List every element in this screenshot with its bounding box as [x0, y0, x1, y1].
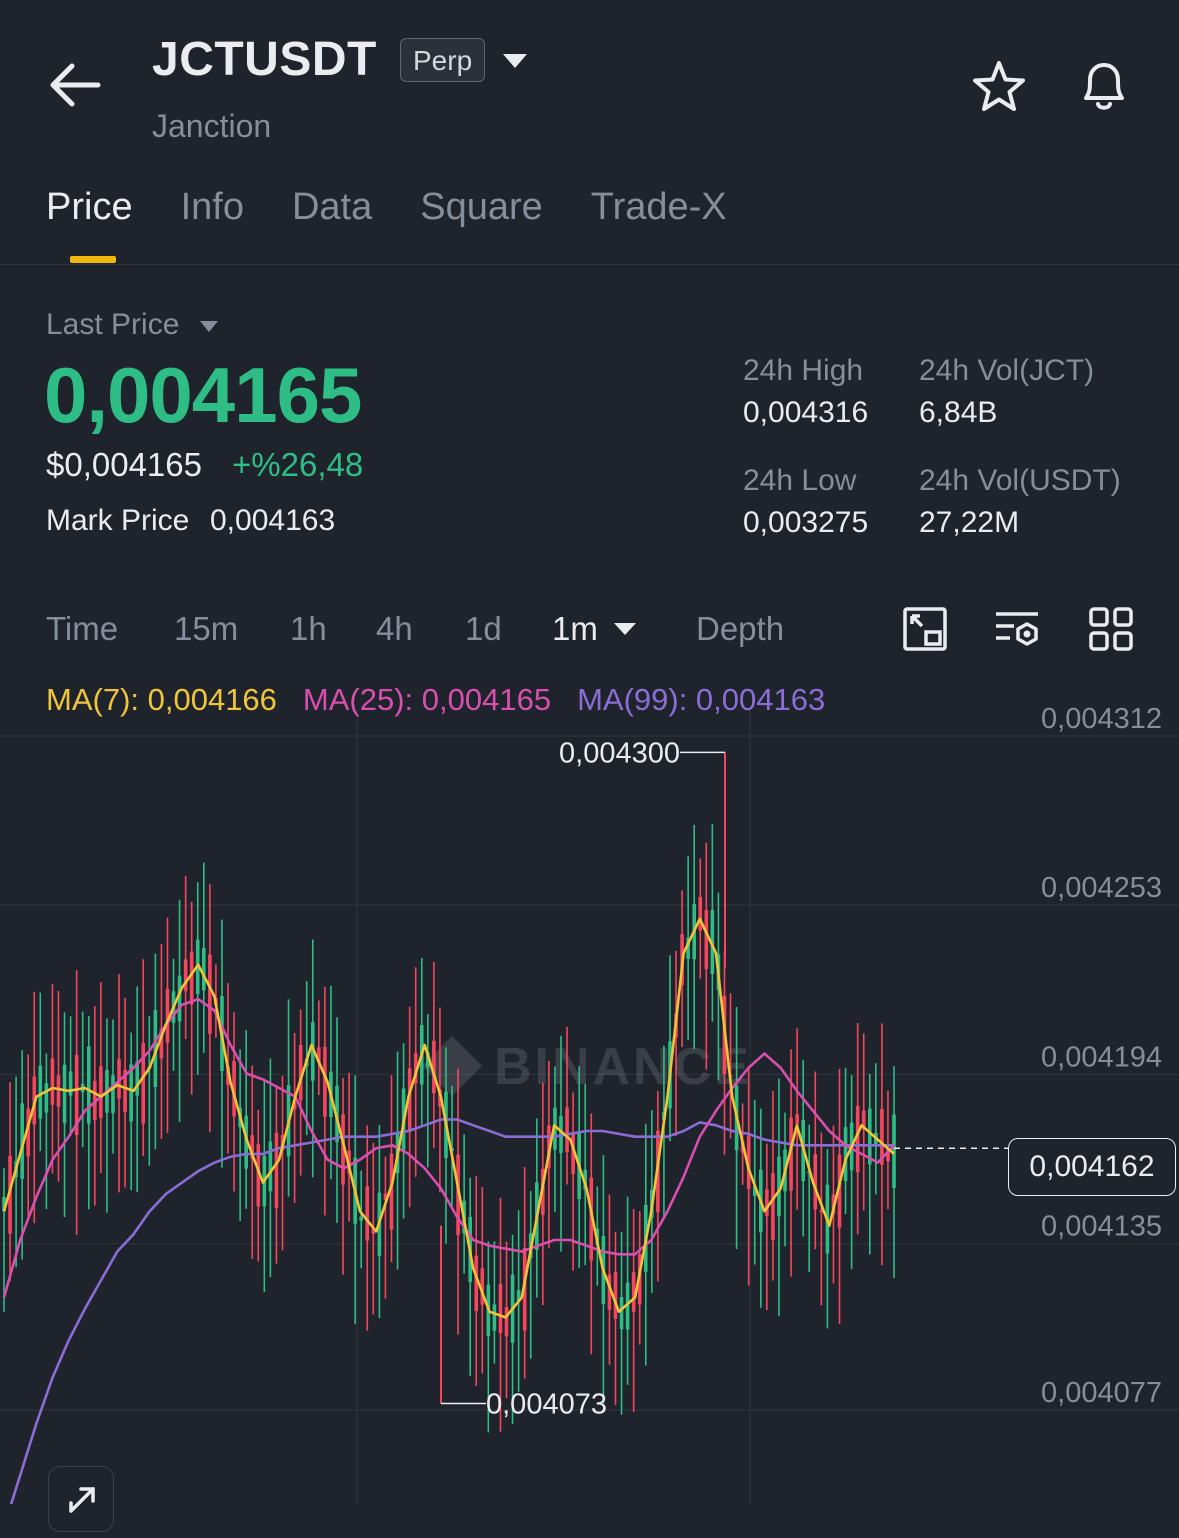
y-axis-labels: 0,004312 0,004253 0,004194 0,004135 0,004077 — [1041, 703, 1162, 1409]
price-change-percent: +%26,48 — [232, 446, 364, 483]
high-24h-label: 24h High — [743, 354, 864, 387]
candle-body — [201, 948, 206, 991]
last-price-value: 0,004165 — [44, 351, 362, 439]
candle-body — [359, 1216, 364, 1221]
timeframe-dropdown-icon[interactable] — [612, 620, 638, 638]
high-annotation: 0,004300 — [559, 737, 680, 769]
chevron-down-icon[interactable] — [500, 50, 530, 72]
candle-body — [268, 1141, 273, 1192]
candle-body — [38, 1065, 43, 1119]
vol-usdt-24h-label: 24h Vol(USDT) — [919, 464, 1121, 497]
candle-body — [498, 1283, 503, 1334]
favorite-star-icon[interactable] — [970, 58, 1028, 116]
chart-grid — [0, 710, 1179, 1504]
candle-body — [274, 1132, 279, 1209]
candle-body — [50, 1058, 55, 1105]
binance-watermark: BINANCE — [422, 1036, 752, 1096]
ma-legend: MA(7): 0,004166 MA(25): 0,004165 MA(99):… — [46, 682, 825, 718]
tab-square[interactable]: Square — [420, 186, 543, 229]
low-24h-value: 0,003275 — [743, 506, 869, 539]
candle-body — [208, 954, 212, 1034]
vol-jct-24h-value: 6,84B — [919, 396, 998, 429]
candle-body — [795, 1114, 799, 1125]
candle-body — [365, 1186, 370, 1241]
vol-usdt-24h-value: 27,22M — [919, 506, 1020, 539]
ma7-value: MA(7): 0,004166 — [46, 682, 277, 717]
ma25-value: MA(25): 0,004165 — [302, 682, 552, 717]
asset-name: Janction — [152, 108, 272, 144]
symbol-title[interactable]: JCTUSDT — [152, 32, 377, 87]
mark-price-label: Mark Price — [46, 504, 190, 537]
current-price-tag: 0,004162 — [1008, 1138, 1176, 1196]
candle-body — [111, 1075, 115, 1114]
candle-body — [704, 909, 709, 970]
y-axis-tick-label: 0,004253 — [1041, 872, 1162, 904]
tab-info[interactable]: Info — [181, 186, 244, 229]
grid-layout-icon[interactable] — [1088, 606, 1134, 652]
candle-body — [613, 1272, 618, 1319]
expand-chart-button[interactable] — [48, 1466, 114, 1532]
candle-body — [189, 951, 194, 1005]
low-24h-label: 24h Low — [743, 464, 857, 497]
high-24h-value: 0,004316 — [743, 396, 869, 429]
candle-body — [44, 1083, 49, 1113]
tab-trade-x[interactable]: Trade-X — [591, 186, 727, 229]
last-price-label[interactable]: Last Price — [46, 308, 179, 342]
y-axis-tick-label: 0,004312 — [1041, 703, 1162, 735]
ma99-value: MA(99): 0,004163 — [577, 682, 826, 717]
candle-body — [771, 1173, 775, 1241]
candle-body — [565, 1107, 569, 1153]
candle-body — [867, 1108, 872, 1165]
candle-body — [62, 1064, 67, 1124]
vol-jct-24h-label: 24h Vol(JCT) — [919, 354, 1095, 387]
timeframe-4h[interactable]: 4h — [376, 610, 413, 648]
chart-fullscreen-icon[interactable] — [902, 606, 948, 652]
expand-arrow-icon — [69, 1487, 95, 1513]
bell-icon[interactable] — [1074, 56, 1134, 116]
timeframe-15m[interactable]: 15m — [174, 610, 238, 648]
tab-data[interactable]: Data — [292, 186, 372, 229]
depth-tab[interactable]: Depth — [696, 610, 784, 648]
active-tab-indicator — [70, 256, 116, 263]
mark-price-value: 0,004163 — [210, 504, 336, 537]
candlestick-chart[interactable]: BINANCE 0,004312 0,004253 0,004194 0,004135… — [0, 670, 1179, 1504]
candle-body — [765, 1189, 769, 1217]
candle-body — [56, 1075, 61, 1107]
usd-price: $0,004165 — [46, 446, 202, 483]
candle-body — [504, 1307, 509, 1337]
y-axis-tick-label: 0,004135 — [1041, 1211, 1162, 1243]
contract-type-badge: Perp — [400, 38, 486, 82]
watermark-text: BINANCE — [494, 1038, 752, 1096]
y-axis-tick-label: 0,004194 — [1041, 1041, 1162, 1073]
candle-body — [619, 1297, 624, 1330]
timeframe-selected[interactable]: 1m — [552, 610, 598, 648]
low-annotation: 0,004073 — [486, 1388, 607, 1420]
caret-down-icon[interactable] — [198, 318, 220, 334]
candle-body — [698, 896, 703, 931]
candle-body — [99, 1066, 103, 1118]
main-tabs: Price Info Data Square Trade-X — [46, 186, 775, 229]
header-divider — [0, 264, 1179, 265]
candle-body — [86, 1046, 91, 1124]
chart-settings-icon[interactable] — [994, 606, 1040, 652]
candle-body — [492, 1304, 497, 1331]
timeframe-time[interactable]: Time — [46, 610, 118, 648]
tab-price[interactable]: Price — [46, 186, 133, 229]
timeframe-1d[interactable]: 1d — [465, 610, 502, 648]
timeframe-1h[interactable]: 1h — [290, 610, 327, 648]
back-arrow-icon[interactable] — [48, 60, 102, 110]
y-axis-tick-label: 0,004077 — [1041, 1377, 1162, 1409]
